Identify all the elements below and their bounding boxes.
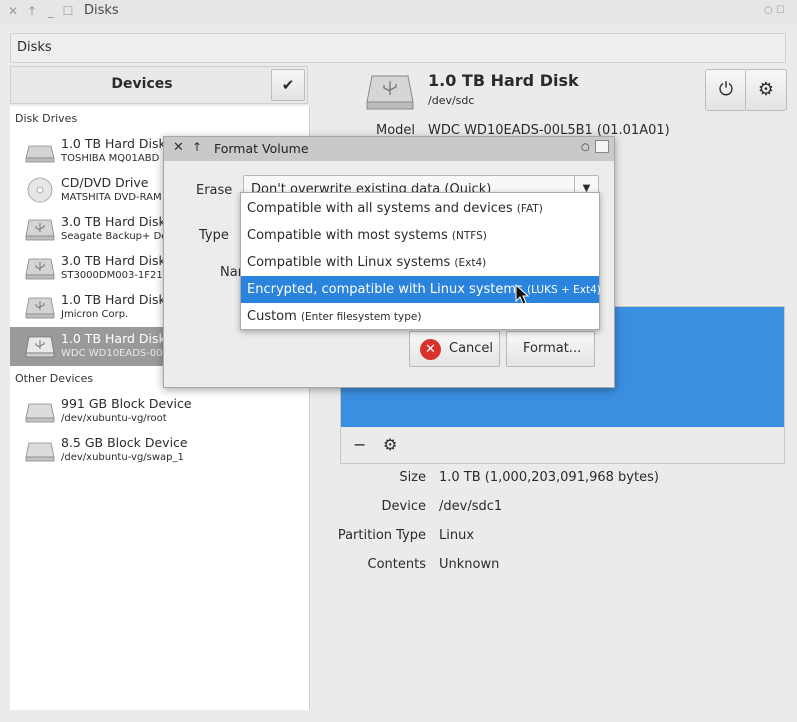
type-option-fat[interactable]: Compatible with all systems and devices …: [241, 195, 599, 222]
option-label: Custom: [247, 309, 297, 324]
device-name: 1.0 TB Hard Disk: [61, 292, 166, 307]
sticky-icon[interactable]: ○: [581, 142, 590, 153]
device-detail: TOSHIBA MQ01ABD: [61, 153, 160, 164]
device-detail: /dev/xubuntu-vg/swap_1: [61, 452, 184, 463]
section-disk-drives: Disk Drives: [15, 112, 78, 125]
partition-type-label: Partition Type: [337, 528, 426, 543]
header-bar: Disks: [10, 33, 786, 63]
device-name: 1.0 TB Hard Disk: [61, 136, 166, 151]
type-option-ext4[interactable]: Compatible with Linux systems (Ext4): [241, 249, 599, 276]
device-item[interactable]: 991 GB Block Device /dev/xubuntu-vg/root: [10, 392, 310, 431]
sticky-icon[interactable]: ○: [764, 5, 773, 16]
cancel-button[interactable]: ✕ Cancel: [409, 331, 500, 367]
block-device-icon: [25, 403, 55, 423]
device-detail: MATSHITA DVD-RAM: [61, 192, 162, 203]
type-option-luks-ext4[interactable]: Encrypted, compatible with Linux systems…: [241, 276, 601, 303]
option-hint: (Enter filesystem type): [300, 311, 422, 323]
option-label: Compatible with most systems: [247, 228, 448, 243]
usb-disk-icon: [25, 297, 55, 319]
option-label: Compatible with Linux systems: [247, 255, 451, 270]
device-detail: ST3000DM003-1F216: [61, 270, 170, 281]
format-button[interactable]: Format...: [506, 331, 595, 367]
type-option-ntfs[interactable]: Compatible with most systems (NTFS): [241, 222, 599, 249]
section-other-devices: Other Devices: [15, 372, 94, 385]
option-hint: (Ext4): [454, 257, 487, 269]
option-hint: (LUKS + Ext4): [526, 284, 601, 296]
option-label: Encrypted, compatible with Linux systems: [247, 282, 523, 297]
disk-path: /dev/sdc: [428, 94, 475, 107]
power-icon: ⏻: [718, 79, 734, 100]
maximize-icon-right[interactable]: ☐: [776, 5, 785, 16]
disk-title: 1.0 TB Hard Disk: [428, 71, 579, 90]
type-dropdown-menu: Compatible with all systems and devices …: [240, 192, 601, 330]
devices-header: Devices ✔: [10, 66, 308, 104]
block-device-icon: [25, 442, 55, 462]
hard-disk-icon: [25, 145, 55, 163]
close-icon[interactable]: ✕: [6, 4, 20, 18]
optical-drive-icon: [27, 177, 53, 203]
partition-type-value: Linux: [439, 528, 475, 543]
option-hint: (FAT): [516, 203, 543, 215]
device-label: Device: [381, 499, 426, 514]
remove-partition-icon[interactable]: −: [353, 435, 366, 454]
checkmark-icon: ✔: [281, 76, 295, 94]
arrow-up-icon[interactable]: ↑: [192, 140, 202, 154]
device-name: 991 GB Block Device: [61, 396, 192, 411]
devices-title: Devices: [111, 76, 173, 92]
gear-icon: ⚙: [757, 79, 775, 100]
usb-disk-icon: [366, 75, 414, 110]
volume-toolbar: − ⚙: [341, 428, 784, 464]
dialog-titlebar: ✕ ↑ Format Volume ○: [164, 137, 614, 161]
size-value: 1.0 TB (1,000,203,091,968 bytes): [439, 470, 659, 485]
size-label: Size: [399, 470, 426, 485]
select-mode-button[interactable]: ✔: [271, 69, 305, 101]
device-detail: /dev/xubuntu-vg/root: [61, 413, 167, 424]
device-detail: Jmicron Corp.: [61, 309, 129, 320]
type-option-custom[interactable]: Custom (Enter filesystem type): [241, 303, 599, 330]
device-name: 1.0 TB Hard Disk: [61, 331, 166, 346]
device-name: 3.0 TB Hard Disk: [61, 214, 166, 229]
cancel-icon: ✕: [420, 339, 441, 360]
window-titlebar: ✕ ↑ _ ☐ Disks ○ ☐: [0, 0, 797, 24]
mouse-pointer-icon: [515, 284, 529, 305]
cancel-label: Cancel: [449, 341, 494, 356]
device-name: 3.0 TB Hard Disk: [61, 253, 166, 268]
device-detail: Seagate Backup+ De: [61, 231, 168, 242]
maximize-icon[interactable]: ☐: [61, 4, 75, 18]
device-name: CD/DVD Drive: [61, 175, 149, 190]
close-icon[interactable]: ✕: [173, 140, 184, 155]
option-label: Compatible with all systems and devices: [247, 201, 513, 216]
option-hint: (NTFS): [451, 230, 487, 242]
usb-disk-icon: [25, 336, 55, 358]
drive-options-button[interactable]: ⚙: [745, 69, 787, 111]
power-off-button[interactable]: ⏻: [705, 69, 747, 111]
minimize-icon[interactable]: _: [44, 4, 58, 18]
arrow-up-icon[interactable]: ↑: [25, 4, 39, 18]
device-name: 8.5 GB Block Device: [61, 435, 188, 450]
format-label: Format...: [523, 341, 582, 356]
device-detail: WDC WD10EADS-00: [61, 348, 163, 359]
contents-label: Contents: [367, 557, 426, 572]
window-title: Disks: [84, 3, 119, 18]
header-label: Disks: [17, 40, 52, 55]
type-label: Type: [199, 228, 229, 243]
dialog-title: Format Volume: [214, 141, 309, 156]
maximize-icon[interactable]: [595, 140, 609, 153]
partition-options-icon[interactable]: ⚙: [383, 435, 397, 454]
device-value: /dev/sdc1: [439, 499, 503, 514]
erase-label: Erase: [196, 183, 233, 198]
usb-disk-icon: [25, 219, 55, 241]
contents-value: Unknown: [439, 557, 500, 572]
usb-disk-icon: [25, 258, 55, 280]
device-item[interactable]: 8.5 GB Block Device /dev/xubuntu-vg/swap…: [10, 431, 310, 470]
